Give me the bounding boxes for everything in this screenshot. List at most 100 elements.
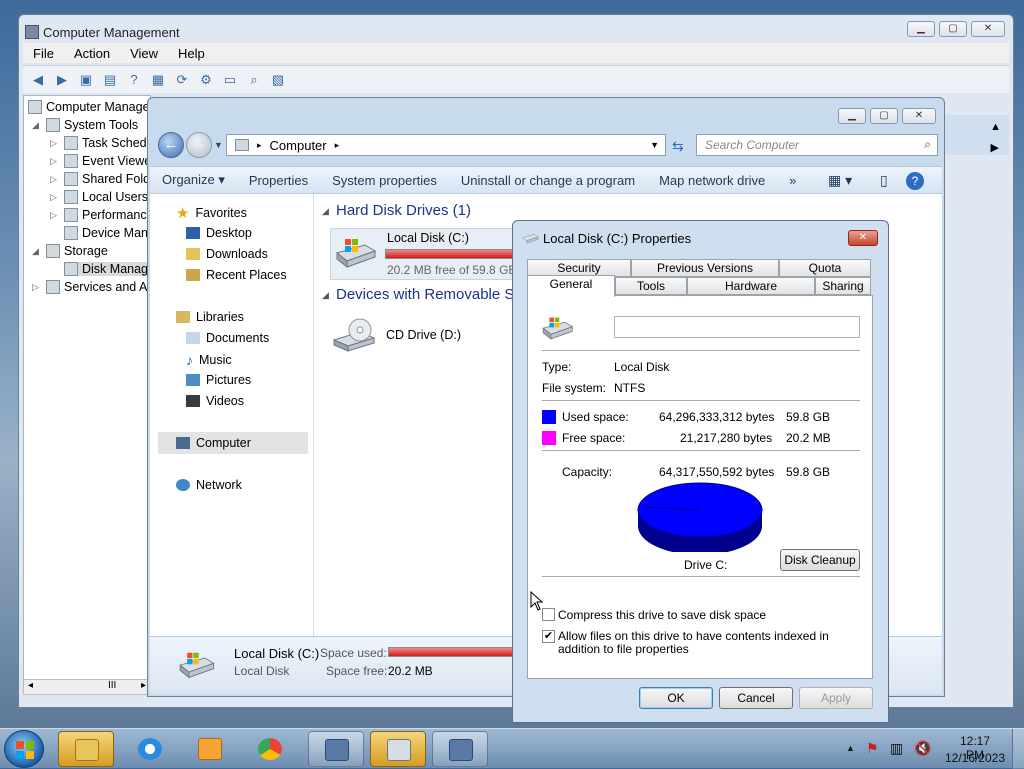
minimize-button[interactable]: ▁ — [907, 21, 935, 37]
organize-button[interactable]: Organize ▾ — [150, 172, 237, 188]
tree-storage[interactable]: ◢ Storage — [32, 244, 108, 258]
refresh-icon[interactable]: ⇆ — [672, 138, 684, 155]
file-system-label: File system: — [542, 381, 607, 395]
clock-date[interactable]: 12/16/2023 — [942, 751, 1008, 765]
tree-local-users[interactable]: ▷ Local Users — [50, 190, 148, 204]
maximize-button[interactable]: ▢ — [939, 21, 967, 37]
nav-libraries[interactable]: Libraries — [176, 310, 244, 324]
help-icon[interactable]: ? — [906, 172, 924, 190]
start-button[interactable] — [4, 730, 44, 768]
nav-network[interactable]: Network — [176, 478, 242, 492]
drive-d-name[interactable]: CD Drive (D:) — [386, 328, 461, 342]
up-folder-icon[interactable]: ▣ — [77, 71, 95, 89]
nav-desktop[interactable]: Desktop — [186, 226, 252, 240]
preview-pane-icon[interactable]: ▯ — [868, 172, 900, 189]
address-dropdown-icon[interactable]: ▼ — [650, 140, 659, 150]
explorer-maximize-button[interactable]: ▢ — [870, 108, 898, 124]
show-hide-action-icon[interactable]: ▦ — [149, 71, 167, 89]
expand-right-icon[interactable]: ▶ — [991, 141, 999, 154]
menu-help[interactable]: Help — [178, 46, 205, 61]
forward-button[interactable]: → — [186, 132, 212, 158]
drive-c-tile[interactable]: Local Disk (C:) 20.2 MB free of 59.8 GB — [330, 228, 520, 280]
nav-favorites[interactable]: ★ Favorites — [176, 204, 247, 222]
windows-logo-icon — [16, 741, 34, 759]
help-icon[interactable]: ? — [125, 71, 143, 89]
tree-device-manager[interactable]: Device Man — [64, 226, 148, 240]
uninstall-program-button[interactable]: Uninstall or change a program — [449, 173, 647, 188]
dialog-close-button[interactable]: ✕ — [848, 230, 878, 246]
recent-pages-dropdown[interactable]: ▼ — [214, 140, 223, 150]
properties-button[interactable]: Properties — [237, 173, 320, 188]
tree-horizontal-scrollbar[interactable]: ◂ III ▸ — [23, 679, 151, 695]
menu-file[interactable]: File — [33, 46, 54, 61]
taskbar-internet-explorer[interactable] — [122, 731, 178, 767]
show-hide-tree-icon[interactable]: ▤ — [101, 71, 119, 89]
group-hard-disk-drives: Hard Disk Drives (1) — [336, 202, 472, 219]
nav-computer[interactable]: Computer — [158, 432, 308, 454]
explorer-minimize-button[interactable]: ▁ — [838, 108, 866, 124]
change-view-icon[interactable]: ▦ ▾ — [816, 172, 864, 189]
taskbar-computer-management[interactable] — [308, 731, 364, 767]
show-hidden-icons[interactable]: ▲ — [846, 743, 855, 753]
system-properties-button[interactable]: System properties — [320, 173, 449, 188]
drive-label-input[interactable] — [614, 316, 860, 338]
tree-system-tools[interactable]: ◢ System Tools — [32, 118, 138, 132]
nav-documents[interactable]: Documents — [186, 331, 269, 345]
menu-view[interactable]: View — [130, 46, 158, 61]
breadcrumb-arrow-icon[interactable]: ▸ — [257, 140, 262, 151]
collapse-group-icon[interactable]: ◢ — [322, 290, 329, 301]
tab-hardware[interactable]: Hardware — [687, 277, 815, 295]
tree-shared-folders[interactable]: ▷ Shared Fold — [50, 172, 150, 186]
close-button[interactable]: ✕ — [971, 21, 1005, 37]
address-bar[interactable]: ▸ Computer ▸ ▼ — [226, 134, 666, 156]
tree-event-viewer[interactable]: ▷ Event Viewe — [50, 154, 150, 168]
tab-sharing[interactable]: Sharing — [815, 277, 871, 295]
export-icon[interactable]: ▧ — [269, 71, 287, 89]
back-button[interactable]: ← — [158, 132, 184, 158]
tree-performance[interactable]: ▷ Performanc — [50, 208, 147, 222]
ok-button[interactable]: OK — [639, 687, 713, 709]
properties-icon[interactable]: ⚙ — [197, 71, 215, 89]
volume-muted-icon[interactable]: 🔇 — [914, 740, 931, 757]
tree-task-scheduler[interactable]: ▷ Task Schedu — [50, 136, 150, 150]
nav-music[interactable]: ♪ Music — [186, 352, 232, 368]
explorer-close-button[interactable]: ✕ — [902, 108, 936, 124]
breadcrumb-arrow-icon[interactable]: ▸ — [335, 140, 340, 151]
taskbar-media-player[interactable] — [182, 731, 238, 767]
nav-downloads[interactable]: Downloads — [186, 247, 268, 261]
network-icon[interactable]: ▥ — [890, 740, 903, 757]
back-arrow-icon[interactable]: ◀ — [29, 71, 47, 89]
nav-recent-places[interactable]: Recent Places — [186, 268, 287, 282]
disk-cleanup-button[interactable]: Disk Cleanup — [780, 549, 860, 571]
tree-services-and-apps[interactable]: ▷ Services and Ap — [32, 280, 150, 294]
tab-quota[interactable]: Quota — [779, 259, 871, 277]
index-checkbox[interactable]: ✔ — [542, 630, 555, 643]
breadcrumb-computer[interactable]: Computer — [270, 138, 327, 153]
action-center-icon[interactable]: ⚑ — [866, 740, 879, 757]
tab-general[interactable]: General — [527, 275, 615, 297]
taskbar-properties[interactable] — [370, 731, 426, 767]
open-icon[interactable]: ▭ — [221, 71, 239, 89]
refresh-icon[interactable]: ⟳ — [173, 71, 191, 89]
map-network-drive-button[interactable]: Map network drive — [647, 173, 777, 188]
cancel-button[interactable]: Cancel — [719, 687, 793, 709]
separator — [542, 450, 860, 451]
tab-tools[interactable]: Tools — [615, 277, 687, 295]
collapse-up-icon[interactable]: ▲ — [990, 121, 1001, 133]
tree-computer-management[interactable]: Computer Manage — [28, 100, 150, 114]
forward-arrow-icon[interactable]: ▶ — [53, 71, 71, 89]
taskbar-computer[interactable] — [432, 731, 488, 767]
taskbar-chrome[interactable] — [242, 731, 298, 767]
more-commands-button[interactable]: » — [777, 173, 808, 188]
search-input[interactable]: Search Computer ⌕ — [696, 134, 938, 156]
tree-disk-management[interactable]: Disk Manag — [64, 262, 148, 276]
search-icon[interactable]: ⌕ — [245, 71, 263, 89]
taskbar-explorer[interactable] — [58, 731, 114, 767]
nav-videos[interactable]: Videos — [186, 394, 244, 408]
menu-action[interactable]: Action — [74, 46, 110, 61]
nav-pictures[interactable]: Pictures — [186, 373, 251, 387]
apply-button[interactable]: Apply — [799, 687, 873, 709]
tab-previous-versions[interactable]: Previous Versions — [631, 259, 779, 277]
show-desktop-button[interactable] — [1012, 729, 1024, 769]
collapse-group-icon[interactable]: ◢ — [322, 206, 329, 217]
